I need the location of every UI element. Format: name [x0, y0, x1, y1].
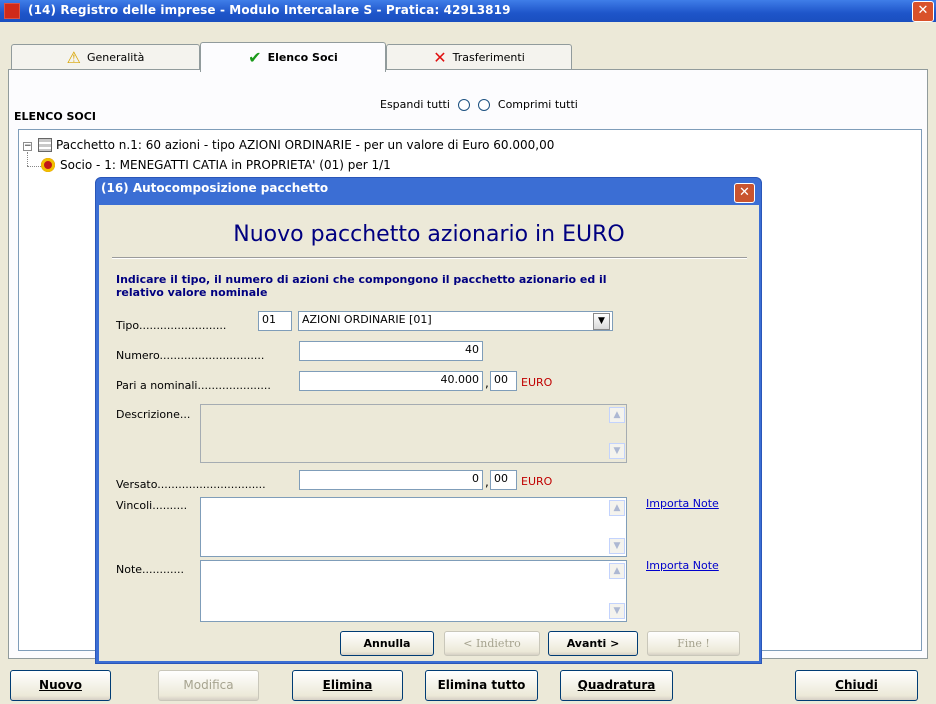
app-icon — [4, 3, 20, 19]
nuovo-button[interactable]: Nuovo — [10, 670, 111, 701]
versato-label: Versato............................... — [116, 478, 266, 491]
versato-dec-input[interactable]: 00 — [490, 470, 517, 490]
vincoli-label: Vincoli.......... — [116, 499, 188, 512]
window-title-bar: (14) Registro delle imprese - Modulo Int… — [0, 0, 936, 22]
tipo-label: Tipo......................... — [116, 319, 227, 332]
tree-connector — [27, 166, 41, 167]
package-icon — [38, 138, 52, 152]
currency-label: EURO — [521, 475, 553, 488]
currency-label: EURO — [521, 376, 553, 389]
descrizione-label: Descrizione... — [116, 408, 191, 421]
quadratura-button[interactable]: Quadratura — [560, 670, 673, 701]
scroll-down-icon[interactable]: ▼ — [609, 603, 625, 619]
modifica-button[interactable]: Modifica — [158, 670, 259, 701]
dialog-instructions: Indicare il tipo, il numero di azioni ch… — [116, 273, 607, 299]
nuovo-label: Nuovo — [39, 678, 82, 692]
tab-elenco-soci[interactable]: ✔ Elenco Soci — [200, 42, 386, 72]
fine-button[interactable]: Fine ! — [647, 631, 740, 656]
chiudi-label: Chiudi — [835, 678, 878, 692]
tab-label: Elenco Soci — [267, 51, 338, 64]
note-textarea[interactable] — [200, 560, 627, 622]
scroll-up-icon[interactable]: ▲ — [609, 407, 625, 423]
avanti-button[interactable]: Avanti > — [548, 631, 638, 656]
descrizione-textarea[interactable] — [200, 404, 627, 463]
tab-trasferimenti[interactable]: ✕ Trasferimenti — [386, 44, 572, 70]
elimina-tutto-button[interactable]: Elimina tutto — [425, 670, 538, 701]
tab-label: Trasferimenti — [452, 51, 525, 64]
chevron-down-icon[interactable]: ▼ — [593, 313, 610, 330]
tab-label: Generalità — [86, 51, 145, 64]
scroll-up-icon[interactable]: ▲ — [609, 563, 625, 579]
window-close-button[interactable]: ✕ — [912, 1, 934, 22]
tipo-select[interactable]: AZIONI ORDINARIE [01] — [298, 311, 613, 331]
numero-input[interactable]: 40 — [299, 341, 483, 361]
importa-note-vincoli-link[interactable]: Importa Note — [646, 497, 719, 510]
tree-item-member[interactable]: Socio - 1: MENEGATTI CATIA in PROPRIETA'… — [60, 158, 391, 172]
versato-int-input[interactable]: 0 — [299, 470, 483, 490]
collapse-all-label: Comprimi tutti — [497, 98, 578, 111]
annulla-button[interactable]: Annulla — [340, 631, 434, 656]
tree-connector — [27, 152, 28, 166]
dialog-separator — [112, 257, 747, 258]
importa-note-note-link[interactable]: Importa Note — [646, 559, 719, 572]
tree-collapse-toggle[interactable]: − — [23, 142, 32, 151]
window-title: (14) Registro delle imprese - Modulo Int… — [28, 3, 511, 17]
vincoli-textarea[interactable] — [200, 497, 627, 557]
nominali-dec-input[interactable]: 00 — [490, 371, 517, 391]
chiudi-button[interactable]: Chiudi — [795, 670, 918, 701]
nominali-label: Pari a nominali..................... — [116, 379, 271, 392]
dialog-heading: Nuovo pacchetto azionario in EURO — [233, 222, 625, 247]
numero-label: Numero.............................. — [116, 349, 265, 362]
expand-all-label: Espandi tutti — [380, 98, 450, 111]
warning-person-icon: ⚠ — [66, 48, 81, 67]
note-label: Note............ — [116, 563, 184, 576]
tab-generalita[interactable]: ⚠ Generalità — [11, 44, 200, 70]
tree-item-package[interactable]: Pacchetto n.1: 60 azioni - tipo AZIONI O… — [56, 138, 554, 152]
expand-all-radio[interactable] — [457, 98, 470, 111]
dialog-title: (16) Autocomposizione pacchetto — [101, 181, 329, 195]
expand-collapse-options: Espandi tutti Comprimi tutti — [380, 98, 578, 111]
red-x-icon: ✕ — [433, 48, 447, 67]
check-icon: ✔ — [248, 48, 262, 67]
decimal-separator: , — [485, 475, 489, 489]
scroll-down-icon[interactable]: ▼ — [609, 538, 625, 554]
person-icon — [41, 158, 55, 172]
tipo-code-input[interactable]: 01 — [258, 311, 292, 331]
dialog-close-button[interactable]: ✕ — [734, 183, 755, 203]
scroll-down-icon[interactable]: ▼ — [609, 443, 625, 459]
quadratura-label: Quadratura — [577, 678, 656, 692]
indietro-button[interactable]: < Indietro — [444, 631, 540, 656]
scroll-up-icon[interactable]: ▲ — [609, 500, 625, 516]
collapse-all-radio[interactable] — [477, 98, 490, 111]
elimina-button[interactable]: Elimina — [292, 670, 403, 701]
elimina-label: Elimina — [322, 678, 373, 692]
nominali-int-input[interactable]: 40.000 — [299, 371, 483, 391]
section-title: ELENCO SOCI — [14, 110, 96, 123]
decimal-separator: , — [485, 376, 489, 390]
